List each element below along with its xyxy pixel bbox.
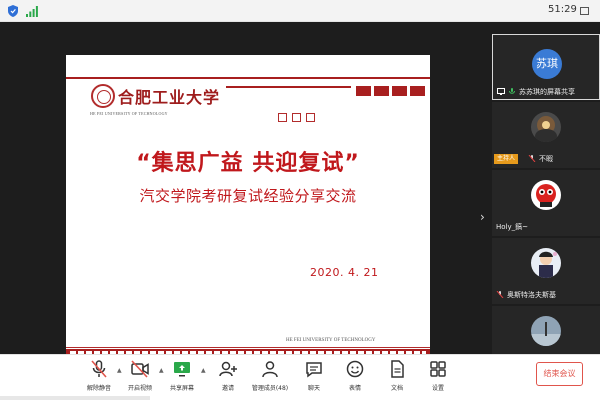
document-button[interactable]: 文档 — [375, 359, 419, 397]
emoji-button[interactable]: 表情 — [333, 359, 377, 397]
decor-square — [278, 113, 287, 122]
mic-muted-icon — [528, 155, 536, 162]
invite-icon — [219, 361, 237, 377]
participant-label: 苏苏琪的屏幕共享 — [497, 87, 600, 97]
host-badge: 主持人 — [494, 154, 519, 164]
toolbar-label: 共享屏幕 — [169, 385, 194, 392]
participant-tile-host[interactable]: 主持人 不暇 — [492, 102, 600, 168]
slide-footer-divider — [66, 347, 430, 348]
slide-title: “集思广益 共迎复试” — [136, 151, 360, 176]
avatar — [531, 316, 561, 346]
chevron-right-icon[interactable]: › — [480, 210, 485, 224]
start-video-button[interactable]: 开启视频 — [118, 359, 162, 397]
university-logo-text: 合肥工业大学 — [118, 88, 221, 107]
share-screen-icon — [174, 362, 190, 377]
toolbar-label: 文档 — [390, 385, 403, 392]
screen-share-icon — [497, 88, 505, 95]
presentation-slide: 合肥工业大学 HE FEI UNIVERSITY OF TECHNOLOGY “… — [66, 55, 430, 362]
slide-date: 2020. 4. 21 — [310, 266, 379, 279]
unmute-button[interactable]: 解除静音 — [77, 359, 121, 397]
decor-square — [306, 113, 315, 122]
participant-name: 苏苏琪的屏幕共享 — [519, 88, 575, 96]
chat-icon — [306, 362, 322, 378]
settings-icon — [430, 361, 446, 377]
participant-name: Holy_鎬~ — [496, 223, 528, 231]
meeting-timer: 51:29 — [548, 4, 577, 15]
chat-button[interactable]: 聊天 — [292, 359, 336, 397]
document-icon — [391, 360, 404, 378]
avatar — [531, 112, 561, 142]
mic-muted-icon — [496, 291, 504, 298]
decor-square — [292, 113, 301, 122]
participant-name: 不暇 — [539, 155, 553, 163]
share-screen-button[interactable]: 共享屏幕 — [160, 359, 204, 397]
slide-footer-text: HE FEI UNIVERSITY OF TECHNOLOGY — [286, 338, 376, 343]
end-meeting-button[interactable]: 结束会议 — [536, 362, 583, 386]
avatar — [531, 248, 561, 278]
participant-tile[interactable]: Holy_鎬~ — [492, 170, 600, 236]
members-icon — [262, 361, 278, 378]
manage-members-button[interactable]: 管理成员(48) — [248, 359, 292, 397]
toolbar-label: 开启视频 — [127, 385, 152, 392]
window-bottom-edge — [0, 396, 150, 400]
toolbar-label: 设置 — [431, 385, 444, 392]
shield-icon — [8, 5, 18, 17]
status-bar: 51:29 — [0, 0, 600, 22]
signal-icon — [26, 6, 38, 17]
toolbar-label: 聊天 — [307, 385, 320, 392]
toolbar-label: 表情 — [348, 385, 361, 392]
participant-tile-screen-sharer[interactable]: 苏琪 苏苏琪的屏幕共享 — [492, 34, 600, 100]
participant-label: 不暇 — [528, 154, 598, 164]
toolbar-label: 管理成员(48) — [251, 385, 289, 392]
toolbar-label: 解除静音 — [86, 385, 111, 392]
chevron-up-icon[interactable]: ▲ — [201, 367, 206, 374]
participant-video-panel: 苏琪 苏苏琪的屏幕共享 主持人 不暇 Holy_鎬~ 奥斯特洛夫斯基 — [492, 34, 600, 354]
emoji-icon — [346, 360, 364, 378]
university-logo-english: HE FEI UNIVERSITY OF TECHNOLOGY — [90, 111, 168, 116]
participant-label: 奥斯特洛夫斯基 — [496, 290, 600, 300]
mic-icon — [509, 88, 515, 94]
meeting-toolbar: 解除静音 ▲ 开启视频 ▲ 共享屏幕 ▲ 邀请 管理成员(48) 聊天 表情 文… — [0, 354, 600, 400]
mic-muted-icon — [91, 360, 107, 378]
participant-name: 奥斯特洛夫斯基 — [507, 291, 556, 299]
university-seal-icon — [91, 84, 115, 108]
invite-button[interactable]: 邀请 — [206, 359, 250, 397]
participant-label: Holy_鎬~ — [496, 222, 600, 232]
video-off-icon — [131, 360, 149, 378]
participant-tile[interactable] — [492, 306, 600, 354]
maximize-icon[interactable] — [580, 7, 589, 15]
participant-tile[interactable]: 奥斯特洛夫斯基 — [492, 238, 600, 304]
slide-subtitle: 汽交学院考研复试经验分享交流 — [139, 187, 357, 205]
toolbar-label: 邀请 — [221, 385, 234, 392]
settings-button[interactable]: 设置 — [416, 359, 460, 397]
avatar — [531, 180, 561, 210]
avatar: 苏琪 — [532, 49, 562, 79]
